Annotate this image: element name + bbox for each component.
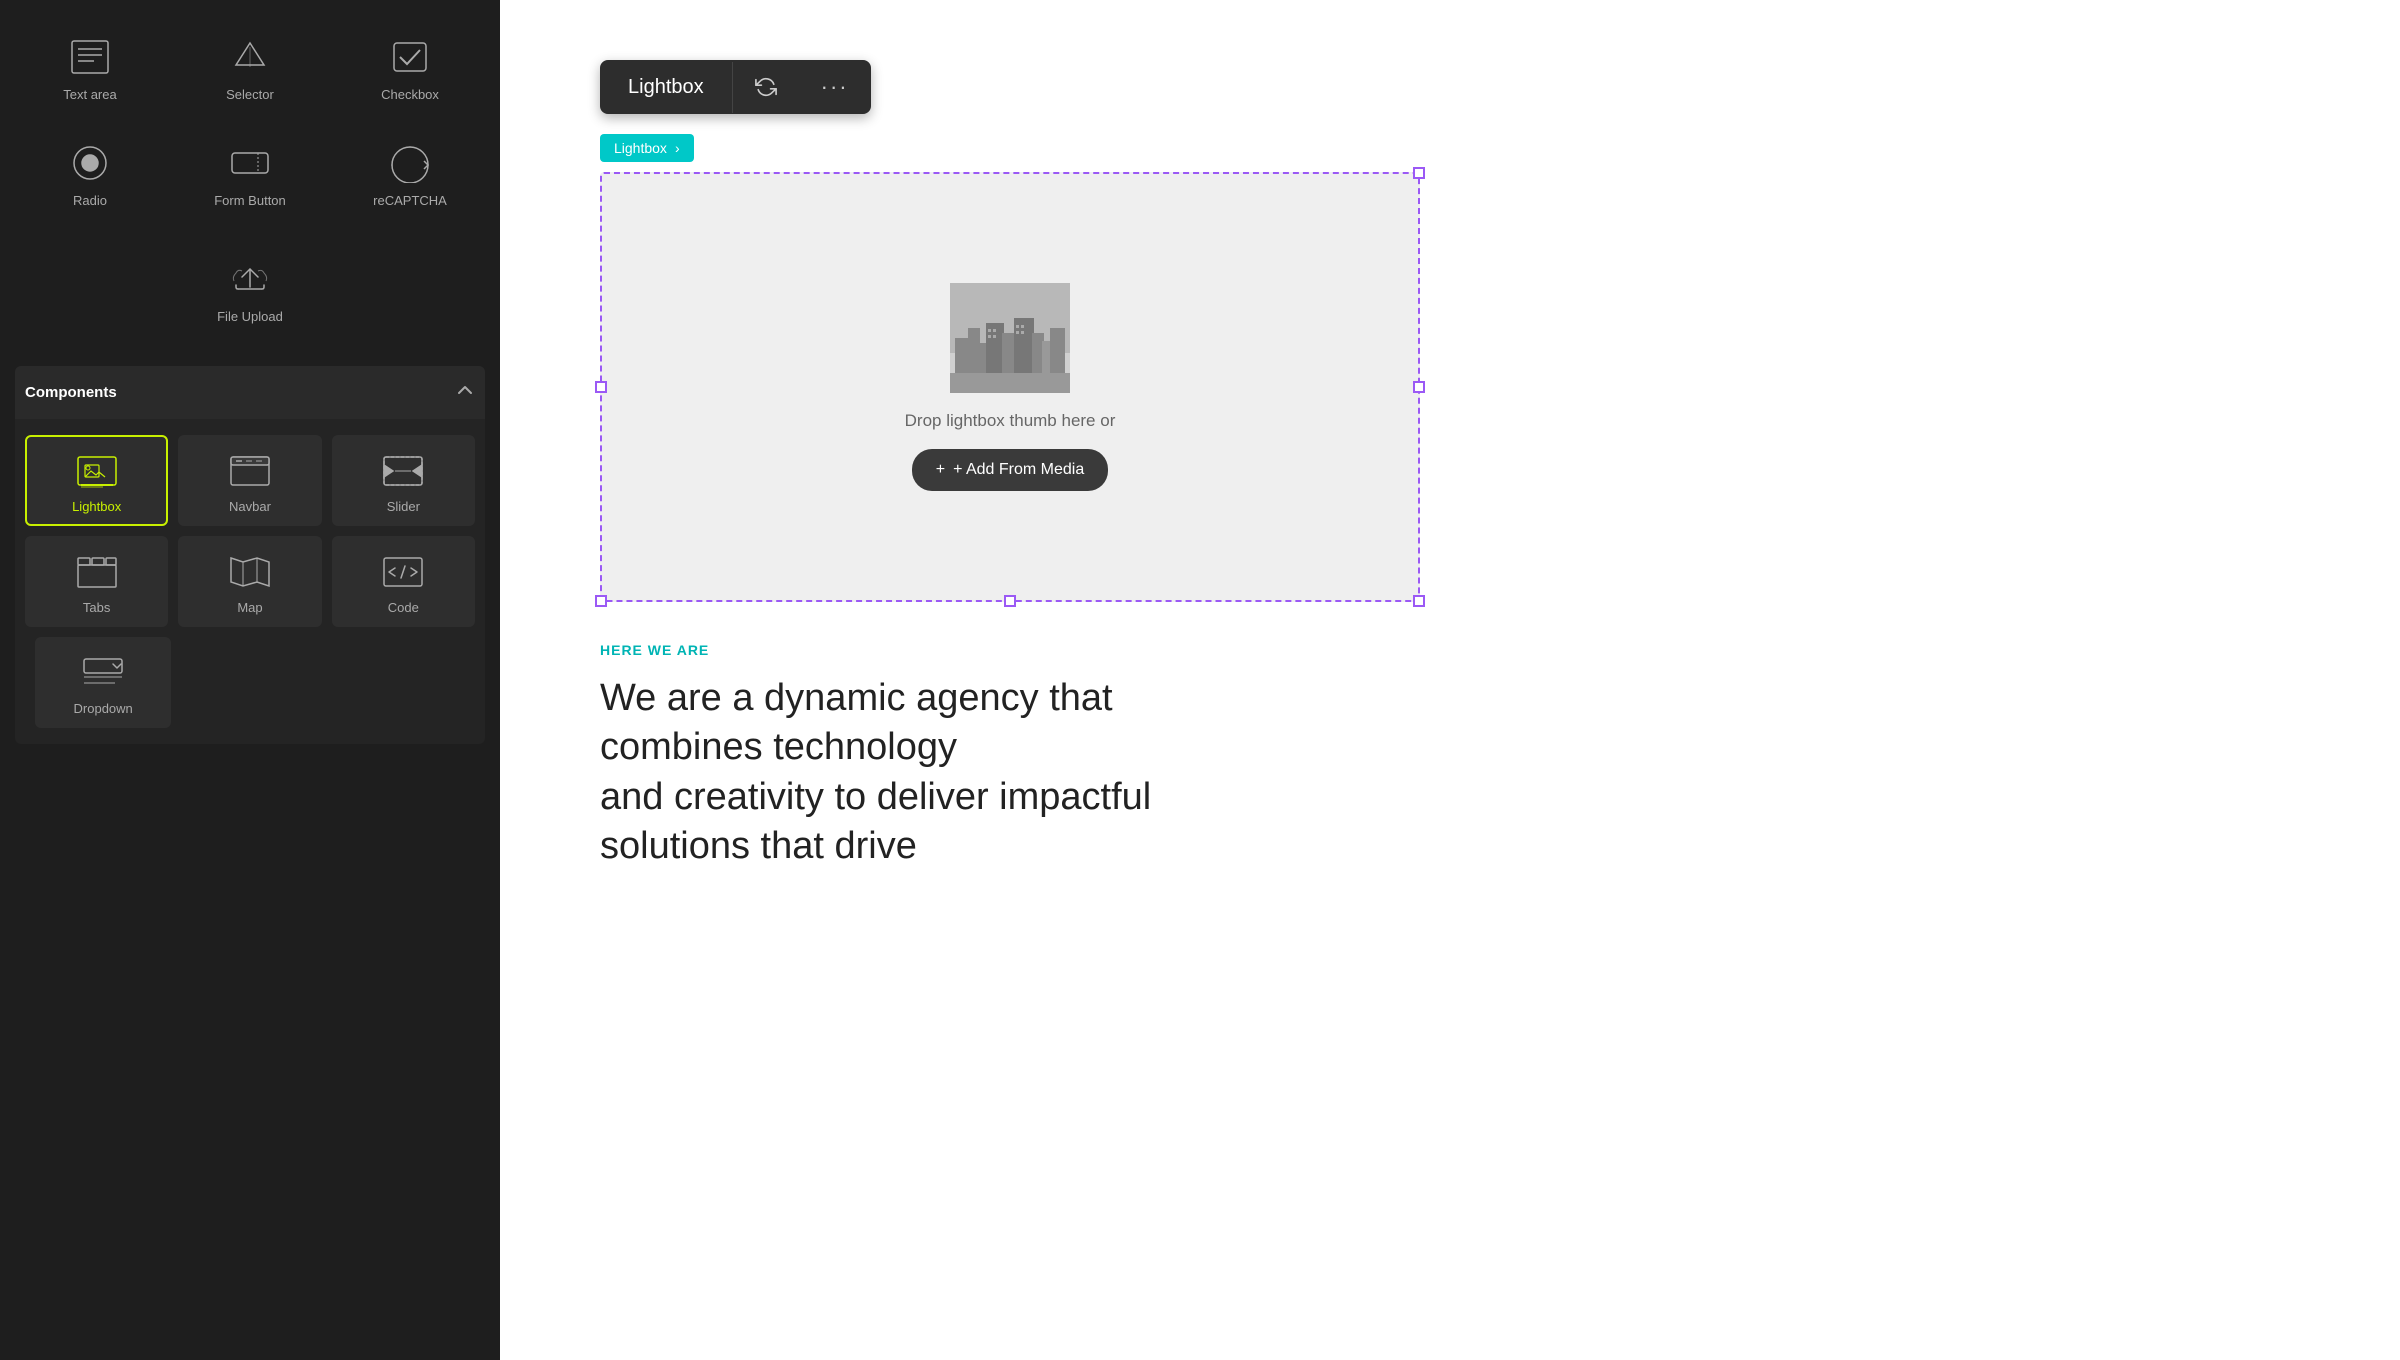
section-tag: HERE WE ARE [600, 642, 1280, 658]
components-section: Components [15, 366, 485, 744]
lightbox-card-label: Lightbox [72, 499, 121, 514]
map-card-icon [226, 552, 274, 592]
component-item-selector[interactable]: Selector [175, 20, 325, 116]
code-card-icon [379, 552, 427, 592]
resize-handle-bottom-right[interactable] [1413, 595, 1425, 607]
breadcrumb-arrow: › [675, 140, 680, 156]
top-components-grid: Text area Selector [15, 20, 485, 222]
content-below: HERE WE ARE We are a dynamic agency that… [600, 642, 1280, 872]
component-card-dropdown[interactable]: Dropdown [35, 637, 171, 728]
component-card-map[interactable]: Map [178, 536, 321, 627]
component-card-code[interactable]: Code [332, 536, 475, 627]
component-item-recaptcha[interactable]: reCAPTCHA [335, 126, 485, 222]
text-area-icon [65, 34, 115, 79]
text-area-label: Text area [63, 87, 116, 102]
component-card-lightbox[interactable]: Lightbox [25, 435, 168, 526]
more-dots: ··· [821, 74, 849, 100]
selector-icon [225, 34, 275, 79]
components-grid: Lightbox Navb [25, 435, 475, 627]
radio-icon [65, 140, 115, 185]
tabs-card-label: Tabs [83, 600, 110, 615]
component-card-tabs[interactable]: Tabs [25, 536, 168, 627]
file-upload-label: File Upload [217, 309, 283, 324]
add-from-media-plus: + [936, 461, 945, 479]
map-card-label: Map [237, 600, 262, 615]
resize-handle-mid-left[interactable] [595, 381, 607, 393]
radio-label: Radio [73, 193, 107, 208]
chevron-up-icon[interactable] [455, 380, 475, 405]
lightbox-drop-text: Drop lightbox thumb here or [905, 411, 1116, 431]
dropdown-row: Dropdown [25, 637, 475, 728]
slider-card-icon [379, 451, 427, 491]
components-section-header: Components [15, 366, 485, 419]
components-section-title: Components [25, 384, 117, 401]
component-card-navbar[interactable]: Navbar [178, 435, 321, 526]
component-item-text-area[interactable]: Text area [15, 20, 165, 116]
content-heading: We are a dynamic agency that combines te… [600, 674, 1280, 872]
component-item-checkbox[interactable]: Checkbox [335, 20, 485, 116]
toolbar-title: Lightbox [600, 62, 733, 113]
component-item-radio[interactable]: Radio [15, 126, 165, 222]
resize-handle-mid-bottom[interactable] [1004, 595, 1016, 607]
component-item-form-button[interactable]: Form Button [175, 126, 325, 222]
slider-card-label: Slider [387, 499, 420, 514]
content-heading-line1: We are a dynamic agency that combines te… [600, 677, 1113, 768]
form-button-icon [225, 140, 275, 185]
left-panel: Text area Selector [0, 0, 500, 1360]
navbar-card-icon [226, 451, 274, 491]
canvas-inner: Lightbox ··· Lightbox › [500, 0, 2400, 1360]
selector-label: Selector [226, 87, 274, 102]
lightbox-breadcrumb[interactable]: Lightbox › [600, 134, 694, 162]
refresh-button[interactable] [733, 62, 799, 112]
tabs-card-icon [73, 552, 121, 592]
file-upload-icon [225, 256, 275, 301]
checkbox-icon [385, 34, 435, 79]
add-from-media-button[interactable]: + + Add From Media [912, 449, 1109, 491]
component-item-file-upload[interactable]: File Upload [209, 242, 291, 338]
content-heading-line2: and creativity to deliver impactful solu… [600, 776, 1151, 867]
dropdown-card-label: Dropdown [74, 701, 133, 716]
resize-handle-mid-right[interactable] [1413, 381, 1425, 393]
lightbox-card-icon [73, 451, 121, 491]
lightbox-placeholder-image [950, 283, 1070, 393]
resize-handle-top-right[interactable] [1413, 167, 1425, 179]
resize-handle-bottom-left[interactable] [595, 595, 607, 607]
dropdown-card-icon [79, 653, 127, 693]
navbar-card-label: Navbar [229, 499, 271, 514]
more-options-button[interactable]: ··· [799, 60, 871, 114]
checkbox-label: Checkbox [381, 87, 439, 102]
app-container: Text area Selector [0, 0, 2400, 1360]
lightbox-widget[interactable]: Drop lightbox thumb here or + + Add From… [600, 172, 1420, 602]
form-button-label: Form Button [214, 193, 286, 208]
recaptcha-label: reCAPTCHA [373, 193, 447, 208]
add-from-media-label: + Add From Media [953, 461, 1084, 479]
breadcrumb-label: Lightbox [614, 140, 667, 156]
components-section-content: Lightbox Navb [15, 419, 485, 744]
recaptcha-icon [385, 140, 435, 185]
canvas-area: Lightbox ··· Lightbox › [500, 0, 2400, 1360]
lightbox-toolbar: Lightbox ··· [600, 60, 871, 114]
component-card-slider[interactable]: Slider [332, 435, 475, 526]
code-card-label: Code [388, 600, 419, 615]
